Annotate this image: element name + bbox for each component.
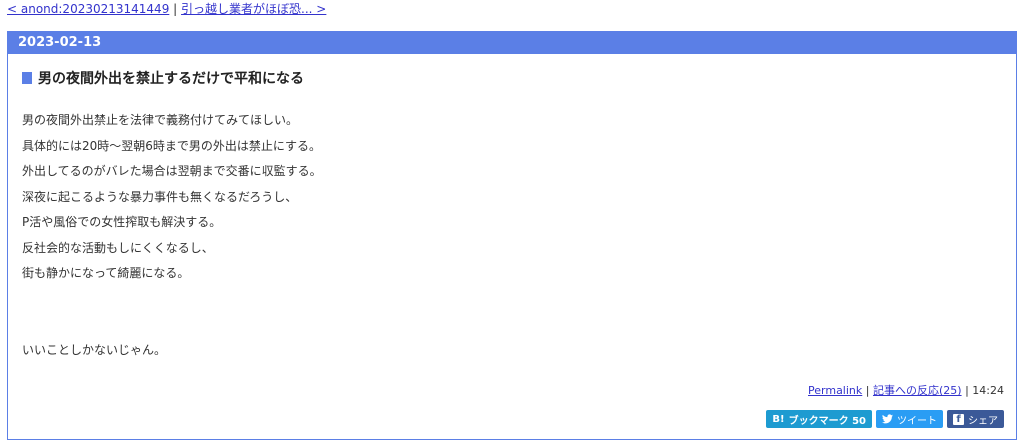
facebook-share-button[interactable]: f シェア [947, 410, 1004, 428]
tweet-button[interactable]: ツイート [876, 410, 943, 428]
facebook-share-label: シェア [968, 415, 998, 427]
twitter-bird-icon [882, 414, 893, 424]
facebook-icon: f [953, 413, 964, 425]
body-closing-line: いいことしかないじゃん。 [22, 342, 167, 357]
body-line: 反社会的な活動もしにくくなるし、 [22, 240, 214, 255]
title-square-icon [22, 72, 32, 84]
footer-separator: | [965, 384, 969, 397]
day-section: 2023-02-13 男の夜間外出を禁止するだけで平和になる 男の夜間外出禁止を… [7, 31, 1017, 440]
date-header: 2023-02-13 [8, 32, 1016, 54]
entry-title: 男の夜間外出を禁止するだけで平和になる [22, 68, 304, 88]
next-entry-link[interactable]: 引っ越し業者がほぼ恐... > [181, 2, 326, 16]
hatena-bookmark-icon: B! [772, 413, 785, 425]
hatena-bookmark-label: ブックマーク 50 [788, 415, 866, 427]
reactions-link[interactable]: 記事への反応(25) [873, 384, 962, 397]
entry-time: 14:24 [972, 384, 1004, 397]
body-line: 深夜に起こるような暴力事件も無くなるだろうし、 [22, 189, 298, 204]
entry-footer: Permalink | 記事への反応(25) | 14:24 [808, 382, 1004, 398]
entry-title-text: 男の夜間外出を禁止するだけで平和になる [38, 71, 304, 87]
footer-separator: | [865, 384, 870, 397]
hatena-bookmark-button[interactable]: B! ブックマーク 50 [766, 410, 872, 428]
permalink-link[interactable]: Permalink [808, 384, 862, 397]
body-line: 街も静かになって綺麗になる。 [22, 266, 190, 280]
entry-body: 男の夜間外出禁止を法律で義務付けてみてほしい。 具体的には20時～翌朝6時まで男… [22, 108, 322, 363]
nav-separator: | [173, 2, 178, 16]
body-line: P活や風俗での女性搾取も解決する。 [22, 215, 222, 229]
top-navigation: < anond:20230213141449 | 引っ越し業者がほぼ恐... > [7, 1, 326, 17]
body-line: 男の夜間外出禁止を法律で義務付けてみてほしい。 [22, 113, 299, 127]
tweet-label: ツイート [897, 415, 937, 427]
share-buttons: B! ブックマーク 50 ツイート f シェア [766, 410, 1004, 428]
body-line: 外出してるのがバレた場合は翌朝まで交番に収監する。 [22, 164, 322, 178]
body-line: 具体的には20時～翌朝6時まで男の外出は禁止にする。 [22, 138, 322, 153]
prev-entry-link[interactable]: < anond:20230213141449 [7, 2, 169, 16]
